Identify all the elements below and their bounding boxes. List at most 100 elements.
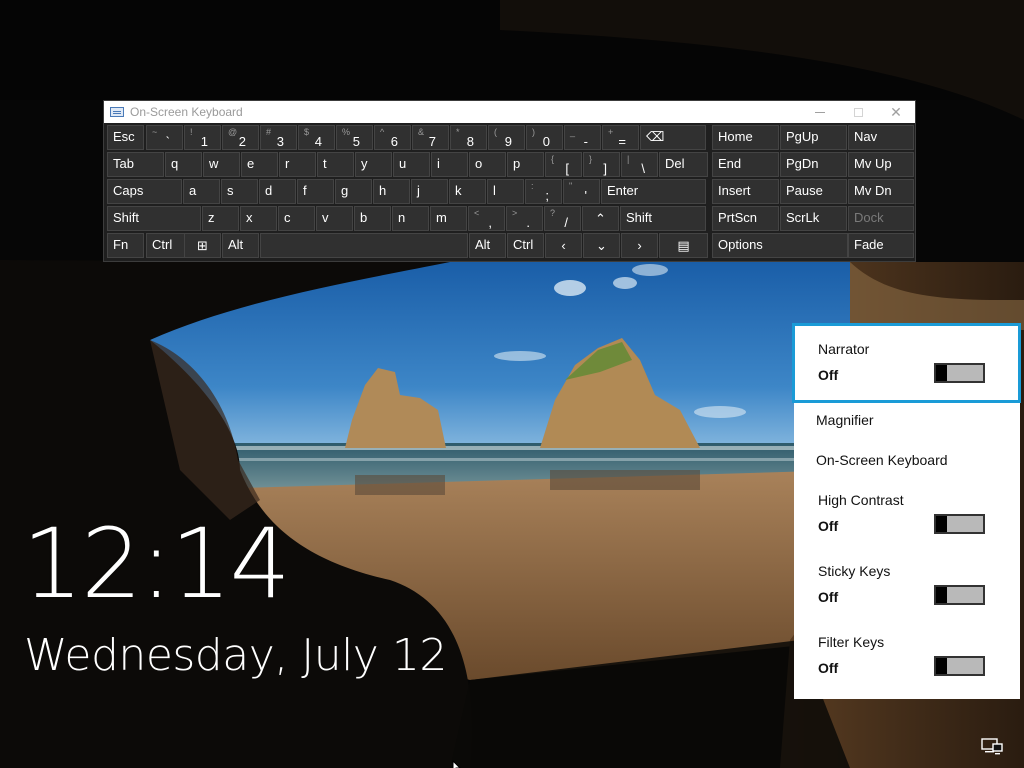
key-p[interactable]: p (507, 152, 544, 177)
key-n[interactable]: n (392, 206, 429, 231)
key-2[interactable]: @2 (222, 125, 259, 150)
key-g[interactable]: g (335, 179, 372, 204)
key-r[interactable]: r (279, 152, 316, 177)
key-enter[interactable]: Enter (601, 179, 706, 204)
key-fn[interactable]: Fn (107, 233, 144, 258)
key-f[interactable]: f (297, 179, 334, 204)
key-windows-icon-key[interactable]: ⊞ (184, 233, 221, 258)
key-6[interactable]: ^ 6 (374, 125, 411, 150)
key-alt[interactable]: Alt (222, 233, 259, 258)
key-home[interactable]: Home (712, 125, 779, 150)
key-down-arrow-icon-key[interactable]: ⌄ (583, 233, 620, 258)
key-o[interactable]: o (469, 152, 506, 177)
key-scrlk[interactable]: ScrLk (780, 206, 847, 231)
key-symbol[interactable]: {[ (545, 152, 582, 177)
key-symbol[interactable]: " ' (563, 179, 600, 204)
magnifier-button[interactable]: Magnifier (816, 412, 874, 428)
key-0[interactable]: ) 0 (526, 125, 563, 150)
key-s[interactable]: s (221, 179, 258, 204)
narrator-toggle[interactable] (934, 363, 985, 383)
key-symbol[interactable]: ? / (544, 206, 581, 231)
key-symbol[interactable]: }] (583, 152, 620, 177)
key-u[interactable]: u (393, 152, 430, 177)
key-x[interactable]: x (240, 206, 277, 231)
key-shift[interactable]: Shift (620, 206, 706, 231)
key-1[interactable]: ! 1 (184, 125, 221, 150)
key-j[interactable]: j (411, 179, 448, 204)
key-tab[interactable]: Tab (107, 152, 164, 177)
key-y[interactable]: y (355, 152, 392, 177)
key-mv-dn[interactable]: Mv Dn (848, 179, 914, 204)
key-t[interactable]: t (317, 152, 354, 177)
key-end[interactable]: End (712, 152, 779, 177)
key-7[interactable]: & 7 (412, 125, 449, 150)
key-d[interactable]: d (259, 179, 296, 204)
key-e[interactable]: e (241, 152, 278, 177)
key-shift-label: | (627, 154, 630, 164)
key-label: Dock (854, 210, 884, 225)
key-shift[interactable]: Shift (107, 206, 201, 231)
osk-titlebar[interactable]: On-Screen Keyboard ✕ (104, 101, 915, 123)
key-q[interactable]: q (165, 152, 202, 177)
toggle-track (947, 587, 983, 603)
key-mv-up[interactable]: Mv Up (848, 152, 914, 177)
key-symbol[interactable]: :; (525, 179, 562, 204)
key-prtscn[interactable]: PrtScn (712, 206, 779, 231)
key-4[interactable]: $4 (298, 125, 335, 150)
minimize-button[interactable] (801, 101, 839, 123)
sticky-keys-toggle[interactable] (934, 585, 985, 605)
filter-keys-toggle[interactable] (934, 656, 985, 676)
key-c[interactable]: c (278, 206, 315, 231)
key-b[interactable]: b (354, 206, 391, 231)
key-backspace-icon-key[interactable]: ⌫ (640, 125, 706, 150)
key-8[interactable]: * 8 (450, 125, 487, 150)
key-symbol[interactable]: ~ ` (146, 125, 183, 150)
key-h[interactable]: h (373, 179, 410, 204)
key-dock[interactable]: Dock (848, 206, 914, 231)
key-m[interactable]: m (430, 206, 467, 231)
key-k[interactable]: k (449, 179, 486, 204)
key-symbol[interactable]: <, (468, 206, 505, 231)
key-ctrl[interactable]: Ctrl (507, 233, 544, 258)
key-options[interactable]: Options (712, 233, 848, 258)
key-z[interactable]: z (202, 206, 239, 231)
key-esc[interactable]: Esc (107, 125, 144, 150)
key-5[interactable]: % 5 (336, 125, 373, 150)
key-nav[interactable]: Nav (848, 125, 914, 150)
high-contrast-item[interactable]: High Contrast Off (794, 483, 1020, 543)
maximize-button[interactable] (839, 101, 877, 123)
key-l[interactable]: l (487, 179, 524, 204)
key-menu-icon-key[interactable]: ▤ (659, 233, 708, 258)
key-fade[interactable]: Fade (848, 233, 914, 258)
key-alt[interactable]: Alt (469, 233, 506, 258)
key-w[interactable]: w (203, 152, 240, 177)
network-icon[interactable] (981, 738, 1003, 756)
key-pgdn[interactable]: PgDn (780, 152, 847, 177)
key-left-arrow-icon-key[interactable]: ‹ (545, 233, 582, 258)
key-symbol[interactable]: | \ (621, 152, 658, 177)
key-a[interactable]: a (183, 179, 220, 204)
filter-keys-item[interactable]: Filter Keys Off (794, 625, 1020, 685)
sticky-keys-item[interactable]: Sticky Keys Off (794, 554, 1020, 614)
on-screen-keyboard-button[interactable]: On-Screen Keyboard (816, 452, 948, 468)
key-up-arrow-icon-key[interactable]: ⌃ (582, 206, 619, 231)
key-symbol[interactable]: + = (602, 125, 639, 150)
space[interactable] (260, 233, 468, 258)
key-pause[interactable]: Pause (780, 179, 847, 204)
key-right-arrow-icon-key[interactable]: › (621, 233, 658, 258)
key-i[interactable]: i (431, 152, 468, 177)
key-caps[interactable]: Caps (107, 179, 182, 204)
key-pgup[interactable]: PgUp (780, 125, 847, 150)
high-contrast-toggle[interactable] (934, 514, 985, 534)
key-insert[interactable]: Insert (712, 179, 779, 204)
close-button[interactable]: ✕ (877, 101, 915, 123)
mouse-cursor-icon (452, 759, 462, 768)
key-9[interactable]: (9 (488, 125, 525, 150)
key-shift-label: < (474, 208, 480, 218)
key-symbol[interactable]: >. (506, 206, 543, 231)
key-3[interactable]: #3 (260, 125, 297, 150)
key-symbol[interactable]: _ - (564, 125, 601, 150)
key-v[interactable]: v (316, 206, 353, 231)
narrator-item[interactable]: Narrator Off (794, 323, 1020, 403)
key-del[interactable]: Del (659, 152, 708, 177)
